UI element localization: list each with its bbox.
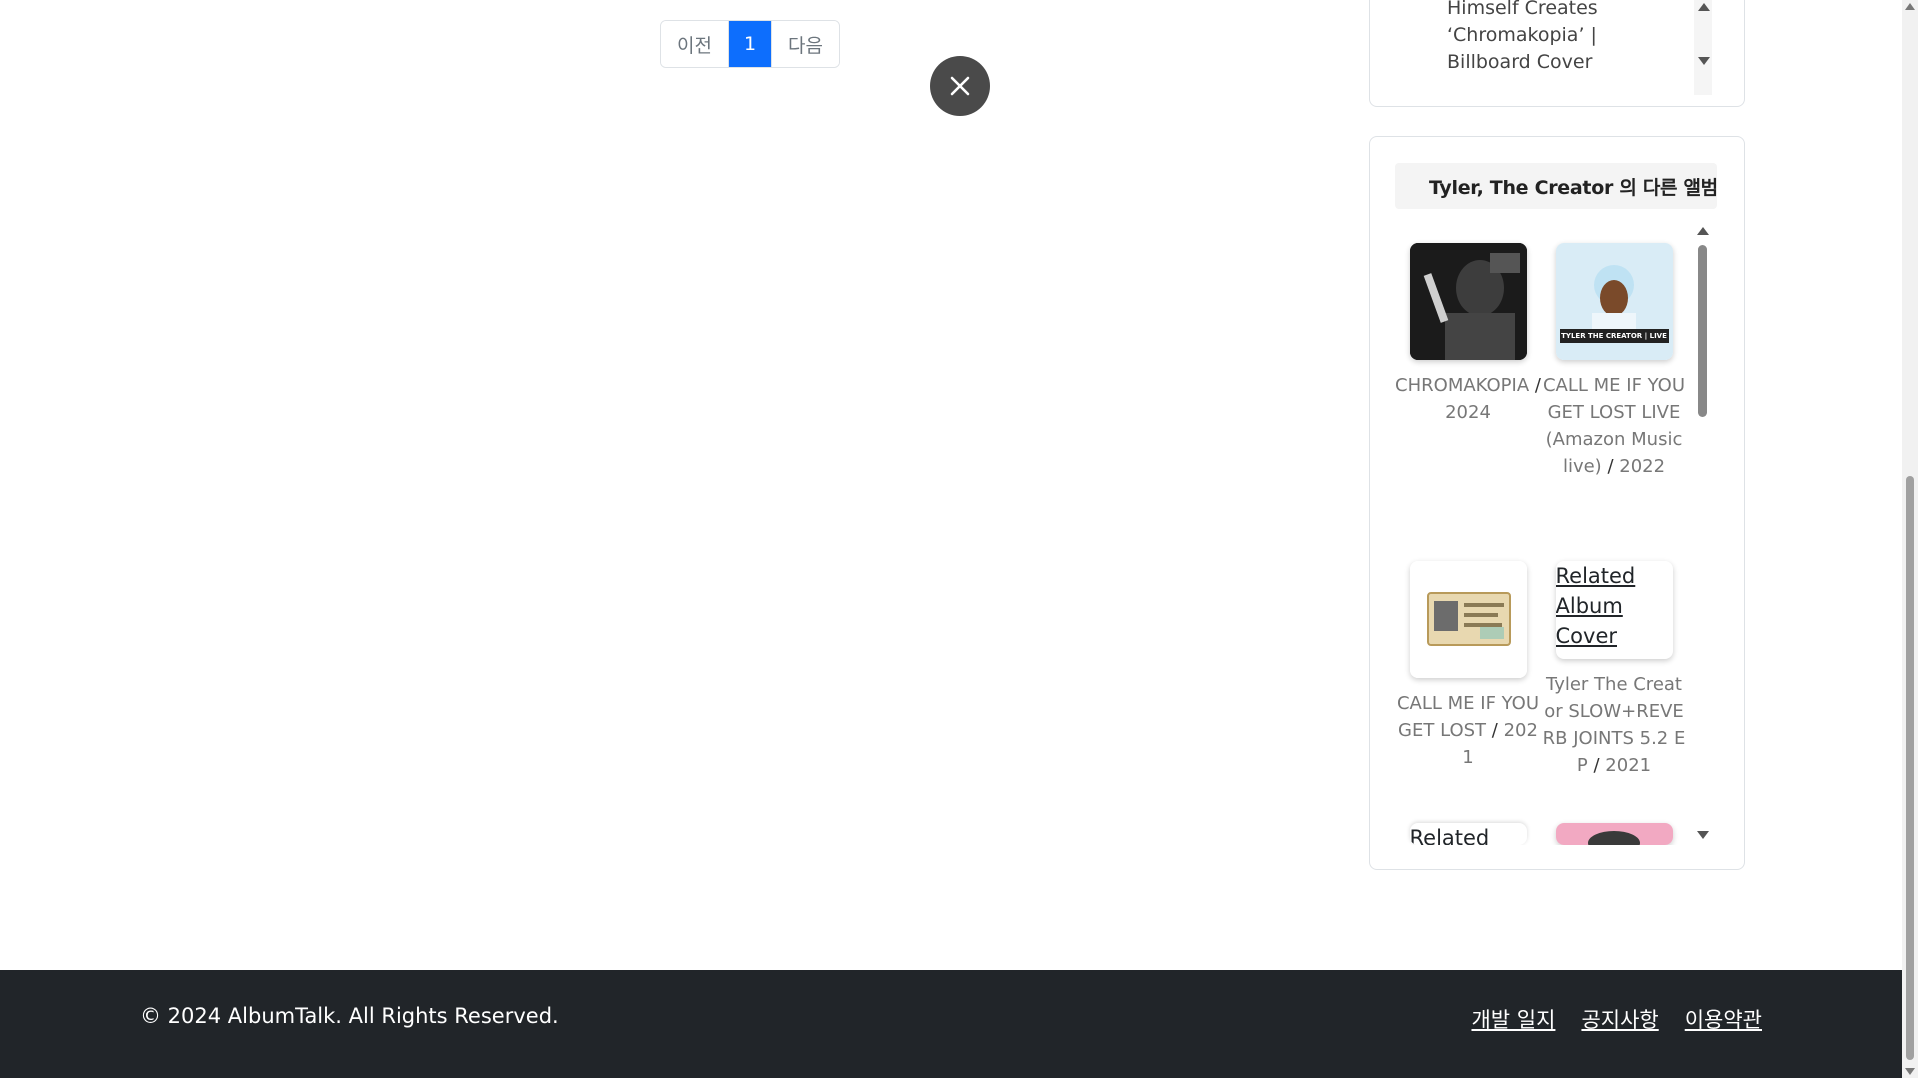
separator: / bbox=[1491, 720, 1498, 741]
next-page-button[interactable]: 다음 bbox=[771, 21, 839, 67]
prev-page-button[interactable]: 이전 bbox=[661, 21, 729, 67]
album-cover-alt[interactable]: Related bbox=[1409, 823, 1527, 845]
album-item[interactable]: Related Album Cover Tyler The Creator SL… bbox=[1541, 561, 1687, 779]
album-caption: CHROMAKOPIA / 2024 bbox=[1395, 372, 1541, 426]
album-item[interactable]: CALL ME IF YOU GET LOST / 2021 bbox=[1395, 561, 1541, 771]
related-albums-title: Tyler, The Creator 의 다른 앨범 bbox=[1429, 176, 1718, 199]
scroll-thumb[interactable] bbox=[1698, 245, 1707, 417]
album-cover[interactable] bbox=[1409, 243, 1527, 360]
album-cover[interactable]: TYLER THE CREATOR | LIVE bbox=[1555, 243, 1673, 360]
album-item[interactable]: TYLER THE CREATOR | LIVE CALL ME IF YOU … bbox=[1541, 243, 1687, 480]
copyright-text: © 2024 AlbumTalk. All Rights Reserved. bbox=[140, 1004, 559, 1028]
separator: / bbox=[1607, 456, 1614, 477]
related-albums-header: Tyler, The Creator 의 다른 앨범 bbox=[1395, 163, 1718, 209]
album-year: 2024 bbox=[1445, 402, 1491, 423]
scroll-down-icon[interactable] bbox=[1905, 1068, 1915, 1075]
album-caption: CALL ME IF YOU GET LOST / 2021 bbox=[1395, 690, 1541, 771]
footer: © 2024 AlbumTalk. All Rights Reserved. 개… bbox=[0, 970, 1902, 1078]
close-icon bbox=[950, 76, 970, 96]
album-item[interactable] bbox=[1541, 823, 1687, 845]
notice-link[interactable]: 공지사항 bbox=[1581, 1004, 1658, 1034]
album-cover-alt[interactable]: Related Album Cover bbox=[1555, 561, 1673, 659]
album-year: 2021 bbox=[1605, 755, 1652, 776]
scroll-up-icon[interactable] bbox=[1697, 227, 1709, 235]
album-cover-text: TYLER THE CREATOR | LIVE bbox=[1561, 332, 1667, 340]
album-year: 2022 bbox=[1619, 456, 1666, 477]
related-albums-list: CHROMAKOPIA / 2024 TYLER THE CREATOR | L… bbox=[1395, 225, 1717, 845]
close-button[interactable] bbox=[930, 56, 990, 116]
footer-links: 개발 일지 공지사항 이용약관 bbox=[1471, 1004, 1762, 1034]
album-item[interactable]: CHROMAKOPIA / 2024 bbox=[1395, 243, 1541, 426]
pagination: 이전 1 다음 bbox=[660, 20, 840, 68]
terms-link[interactable]: 이용약관 bbox=[1685, 1004, 1762, 1034]
scroll-down-icon[interactable] bbox=[1697, 831, 1709, 839]
scroll-up-icon[interactable] bbox=[1698, 3, 1710, 11]
scroll-up-icon[interactable] bbox=[1905, 3, 1915, 10]
page-1-button[interactable]: 1 bbox=[729, 21, 771, 67]
scroll-down-icon[interactable] bbox=[1698, 57, 1710, 65]
news-link[interactable]: Himself Creates ‘Chromakopia’ | Billboar… bbox=[1447, 0, 1667, 76]
separator: / bbox=[1593, 755, 1600, 776]
album-cover[interactable] bbox=[1409, 561, 1527, 678]
news-scrollbar[interactable] bbox=[1694, 0, 1712, 95]
related-albums-card: Tyler, The Creator 의 다른 앨범 CHROMAKOPIA /… bbox=[1369, 136, 1745, 870]
album-caption: Tyler The Creator SLOW+REVERB JOINTS 5.2… bbox=[1541, 671, 1687, 779]
album-item[interactable]: Related bbox=[1395, 823, 1541, 845]
album-cover[interactable] bbox=[1555, 823, 1673, 845]
news-card: Himself Creates ‘Chromakopia’ | Billboar… bbox=[1369, 0, 1745, 107]
page-scroll-thumb[interactable] bbox=[1906, 476, 1914, 1060]
related-albums-scrollbar[interactable] bbox=[1692, 225, 1714, 845]
album-caption: CALL ME IF YOU GET LOST LIVE (Amazon Mus… bbox=[1541, 372, 1687, 480]
dev-log-link[interactable]: 개발 일지 bbox=[1471, 1004, 1555, 1034]
page-scrollbar[interactable] bbox=[1902, 0, 1918, 1078]
album-name: CHROMAKOPIA bbox=[1395, 375, 1530, 396]
